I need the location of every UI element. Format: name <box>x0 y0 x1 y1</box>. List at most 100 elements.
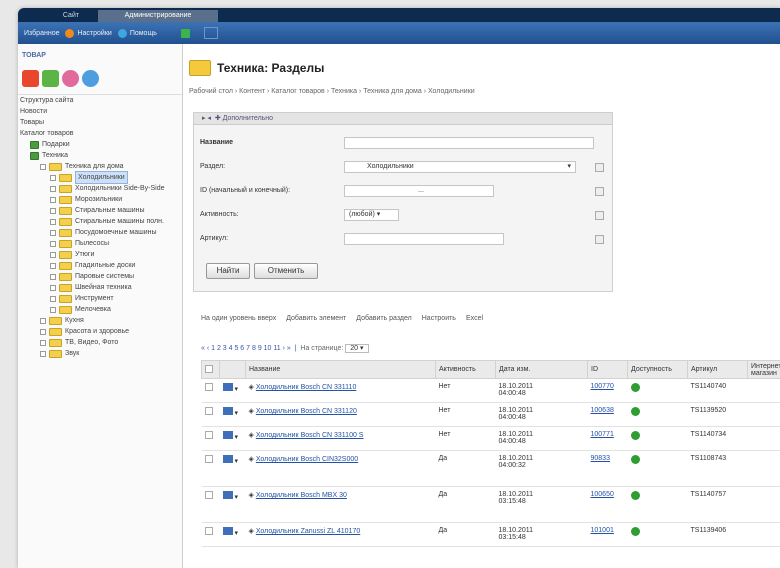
add-element-button[interactable]: Добавить элемент <box>286 315 346 322</box>
row-menu-icon[interactable] <box>222 527 233 535</box>
module-green-cart-icon[interactable] <box>42 70 59 87</box>
expand-toggle-icon[interactable] <box>50 196 56 203</box>
remove-filter-button[interactable] <box>595 211 604 220</box>
element-link[interactable]: Холодильник Bosch MBX 30 <box>256 492 347 499</box>
id-range-input[interactable]: ... <box>344 185 494 197</box>
row-menu-icon[interactable] <box>222 407 233 415</box>
row-checkbox[interactable] <box>204 455 213 463</box>
element-link[interactable]: Холодильник Bosch CN 331100 S <box>256 432 364 439</box>
col-active[interactable]: Активность <box>435 360 496 379</box>
sidebar-item[interactable]: Утюги <box>18 249 182 260</box>
expand-toggle-icon[interactable] <box>50 251 56 258</box>
sidebar-item[interactable]: Новости <box>18 106 182 117</box>
expand-toggle-icon[interactable] <box>50 229 56 236</box>
col-id[interactable]: ID <box>587 360 628 379</box>
article-input[interactable] <box>344 233 504 245</box>
col-shop[interactable]: Интернет-магазин <box>747 360 780 379</box>
table-row[interactable]: ▾ ◈ Холодильник Bosch CN 331110 Нет 18.10.2… <box>201 378 780 403</box>
settings-button[interactable]: Настройки <box>65 28 112 38</box>
sidebar-item[interactable]: ТВ, Видео, Фото <box>18 337 182 348</box>
expand-toggle-icon[interactable] <box>50 207 56 214</box>
row-menu-icon[interactable] <box>222 455 233 463</box>
breadcrumb[interactable]: Рабочий стол › Контент › Каталог товаров… <box>189 88 475 95</box>
cancel-button[interactable]: Отменить <box>254 263 318 279</box>
sidebar-item[interactable]: Холодильники <box>18 171 182 184</box>
table-row[interactable]: ▾ ◈ Холодильник Zanussi ZL 410170 Да 18.10.… <box>201 522 780 547</box>
row-checkbox[interactable] <box>204 527 213 535</box>
sidebar-item[interactable]: Каталог товаров <box>18 128 182 139</box>
module-pie-icon[interactable] <box>62 70 79 87</box>
sidebar-item[interactable]: Техника <box>18 150 182 161</box>
expand-toggle-icon[interactable] <box>50 262 56 269</box>
favorites-button[interactable]: Избранное <box>24 30 59 37</box>
sidebar-item[interactable]: Кухня <box>18 315 182 326</box>
sidebar-item[interactable]: Морозильники <box>18 194 182 205</box>
expand-toggle-icon[interactable] <box>50 218 56 225</box>
id-link[interactable]: 100770 <box>591 383 614 390</box>
expand-toggle-icon[interactable] <box>50 174 56 181</box>
expand-toggle-icon[interactable] <box>50 185 56 192</box>
excel-button[interactable]: Excel <box>466 315 483 322</box>
row-menu-icon[interactable] <box>222 383 233 391</box>
id-link[interactable]: 90833 <box>591 455 610 462</box>
expand-toggle-icon[interactable] <box>50 306 56 313</box>
name-input[interactable] <box>344 137 594 149</box>
sidebar-item[interactable]: Красота и здоровье <box>18 326 182 337</box>
select-all-header[interactable] <box>201 360 220 379</box>
sidebar-item[interactable]: Подарки <box>18 139 182 150</box>
col-date[interactable]: Дата изм. <box>495 360 588 379</box>
id-link[interactable]: 100638 <box>591 407 614 414</box>
green-action-button[interactable] <box>180 28 190 38</box>
element-link[interactable]: Холодильник Bosch CN 331120 <box>256 408 357 415</box>
sidebar-item[interactable]: Товары <box>18 117 182 128</box>
row-checkbox[interactable] <box>204 431 213 439</box>
sidebar-item[interactable]: Гладильные доски <box>18 260 182 271</box>
row-checkbox[interactable] <box>204 407 213 415</box>
add-section-button[interactable]: Добавить раздел <box>356 315 411 322</box>
expand-toggle-icon[interactable] <box>40 328 46 335</box>
expand-toggle-icon[interactable] <box>50 295 56 302</box>
module-globe-icon[interactable] <box>82 70 99 87</box>
find-button[interactable]: Найти <box>206 263 250 279</box>
settings-button[interactable]: Настроить <box>422 315 456 322</box>
remove-filter-button[interactable] <box>595 163 604 172</box>
up-level-button[interactable]: На один уровень вверх <box>201 315 276 322</box>
expand-toggle-icon[interactable] <box>50 240 56 247</box>
sidebar-item[interactable]: Пылесосы <box>18 238 182 249</box>
row-menu-icon[interactable] <box>222 431 233 439</box>
toolbar-box-button[interactable] <box>203 27 218 39</box>
table-row[interactable]: ▾ ◈ Холодильник Bosch CN 331100 S Нет 18.10… <box>201 426 780 451</box>
col-article[interactable]: Артикул <box>687 360 748 379</box>
expand-toggle-icon[interactable] <box>40 339 46 346</box>
element-link[interactable]: Холодильник Bosch CN 331110 <box>256 384 357 391</box>
table-row[interactable]: ▾ ◈ Холодильник Bosch CN 331120 Нет 18.10.2… <box>201 402 780 427</box>
sidebar-item[interactable]: Швейная техника <box>18 282 182 293</box>
help-button[interactable]: Помощь <box>117 28 157 38</box>
module-red-icon[interactable] <box>22 70 39 87</box>
id-link[interactable]: 100771 <box>591 431 614 438</box>
tab-site[interactable]: Сайт <box>48 10 94 22</box>
sidebar-item[interactable]: Звук <box>18 348 182 359</box>
table-row[interactable]: ▾ ◈ Холодильник Bosch CIN32S000 Да 18.10.20… <box>201 450 780 487</box>
expand-toggle-icon[interactable] <box>40 350 46 357</box>
sidebar-item[interactable]: Холодильники Side-By-Side <box>18 183 182 194</box>
pager-links[interactable]: « ‹ 1 2 3 4 5 6 7 8 9 10 11 › » <box>201 345 291 352</box>
sidebar-item[interactable]: Стиральные машины полн. <box>18 216 182 227</box>
id-link[interactable]: 100650 <box>591 491 614 498</box>
element-link[interactable]: Холодильник Bosch CIN32S000 <box>256 456 358 463</box>
row-menu-icon[interactable] <box>222 491 233 499</box>
row-checkbox[interactable] <box>204 491 213 499</box>
expand-toggle-icon[interactable] <box>50 284 56 291</box>
expand-toggle-icon[interactable] <box>50 273 56 280</box>
table-row[interactable]: ▾ ◈ Холодильник Bosch MBX 30 Да 18.10.2011 0… <box>201 486 780 523</box>
sidebar-item[interactable]: Структура сайта <box>18 95 182 106</box>
sidebar-item[interactable]: Мелочевка <box>18 304 182 315</box>
expand-toggle-icon[interactable] <box>40 317 46 324</box>
sidebar-item[interactable]: Паровые системы <box>18 271 182 282</box>
id-link[interactable]: 101001 <box>591 527 614 534</box>
expand-toggle-icon[interactable] <box>40 163 46 170</box>
remove-filter-button[interactable] <box>595 235 604 244</box>
sidebar-item[interactable]: Инструмент <box>18 293 182 304</box>
section-select[interactable]: Холодильники ▾ <box>344 161 576 173</box>
element-link[interactable]: Холодильник Zanussi ZL 410170 <box>256 528 360 535</box>
